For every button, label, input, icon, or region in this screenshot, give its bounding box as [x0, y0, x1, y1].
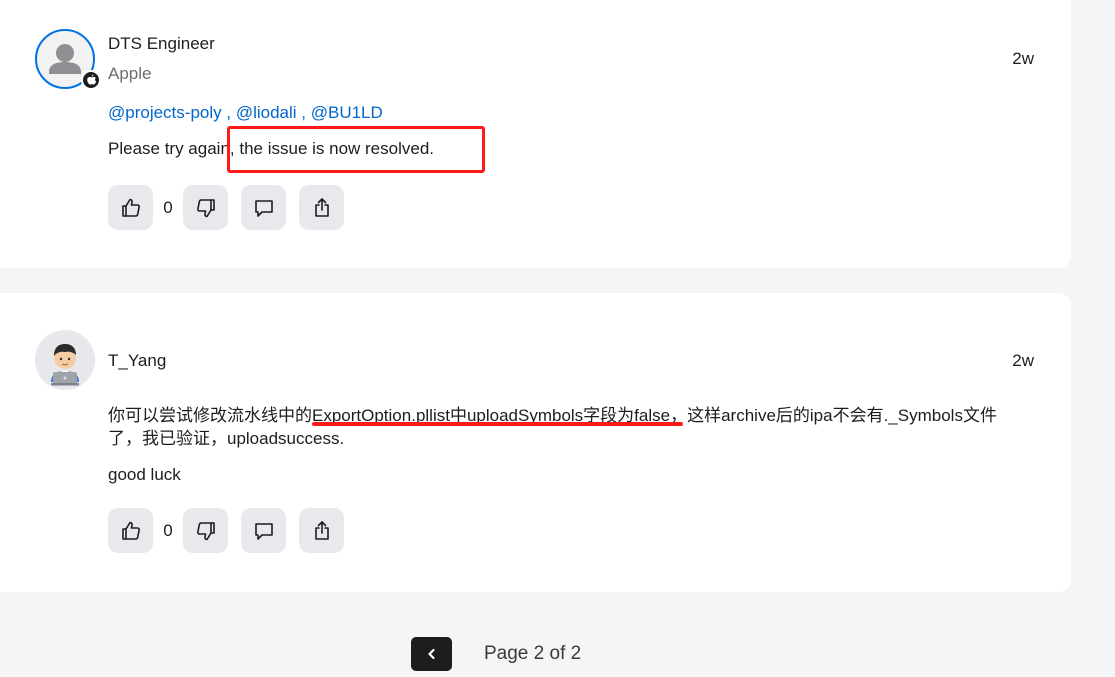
apple-logo-icon — [81, 70, 101, 90]
downvote-button[interactable] — [183, 508, 228, 553]
pagination: Page 2 of 2 — [411, 637, 581, 671]
author-name[interactable]: DTS Engineer — [108, 34, 215, 54]
post-body-text: good luck — [108, 465, 181, 484]
mention-separator: , — [221, 103, 236, 122]
avatar[interactable] — [35, 330, 95, 390]
share-button[interactable] — [299, 185, 344, 230]
mention-separator: , — [296, 103, 311, 122]
comment-button[interactable] — [241, 508, 286, 553]
post-actions: 0 — [108, 185, 344, 230]
mention-link[interactable]: @BU1LD — [311, 103, 383, 122]
mentions-line: @projects-poly , @liodali , @BU1LD — [108, 103, 383, 123]
vote-count: 0 — [163, 197, 173, 217]
speech-bubble-icon — [254, 522, 273, 540]
post-actions: 0 — [108, 508, 344, 553]
avatar[interactable] — [35, 29, 101, 90]
reply-card: DTS Engineer Apple 2w @projects-poly , @… — [0, 0, 1071, 268]
comment-button[interactable] — [241, 185, 286, 230]
author-organization: Apple — [108, 64, 152, 83]
memoji-laptop-icon — [51, 344, 79, 386]
author-name[interactable]: T_Yang — [108, 351, 166, 371]
downvote-button[interactable] — [183, 185, 228, 230]
vote-count: 0 — [163, 520, 173, 540]
speech-bubble-icon — [254, 199, 273, 217]
upvote-button[interactable] — [108, 508, 153, 553]
post-timestamp: 2w — [1012, 49, 1034, 68]
thumbs-up-icon — [121, 198, 140, 217]
post-timestamp: 2w — [1012, 351, 1034, 370]
share-icon — [314, 197, 329, 217]
page-indicator: Page 2 of 2 — [484, 643, 582, 664]
thumbs-down-icon — [196, 198, 215, 217]
thumbs-up-icon — [121, 521, 140, 540]
mention-link[interactable]: @liodali — [236, 103, 297, 122]
reply-card: T_Yang 2w 你可以尝试修改流水线中的ExportOption.pllis… — [0, 293, 1071, 592]
post-body-text: 你可以尝试修改流水线中的ExportOption.pllist中uploadSy… — [108, 406, 997, 448]
previous-page-button[interactable] — [411, 637, 452, 671]
annotation-highlight-box — [227, 126, 485, 173]
share-button[interactable] — [299, 508, 344, 553]
mention-link[interactable]: @projects-poly — [108, 103, 222, 122]
annotation-underline — [312, 422, 683, 426]
upvote-button[interactable] — [108, 185, 153, 230]
chevron-left-icon — [427, 648, 435, 660]
thumbs-down-icon — [196, 521, 215, 540]
share-icon — [314, 520, 329, 540]
